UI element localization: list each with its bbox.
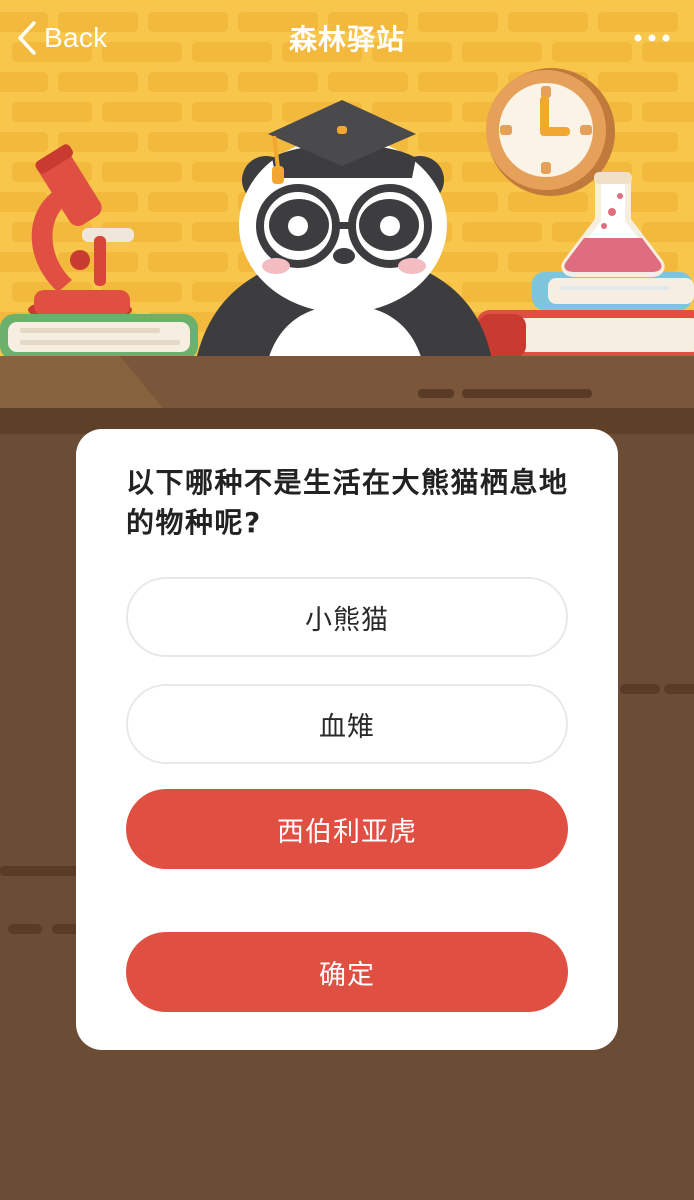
chevron-left-icon [18,21,36,55]
back-button[interactable]: Back [14,14,107,62]
confirm-button[interactable]: 确定 [126,932,568,1012]
quiz-card: 以下哪种不是生活在大熊猫栖息地的物种呢? 小熊猫 血雉 西伯利亚虎 确定 [76,429,618,1050]
quiz-page: Back 森林驿站 以下哪种不是生活在大熊猫栖息地的物种呢? 小熊猫 血雉 西伯… [0,0,694,1200]
question-text: 以下哪种不是生活在大熊猫栖息地的物种呢? [126,466,569,539]
confirm-label: 确定 [319,959,375,991]
answer-option-2[interactable]: 血雉 [126,684,568,764]
back-label: Back [44,22,108,53]
answer-option-1[interactable]: 小熊猫 [126,577,568,657]
books-left [0,314,198,360]
more-dots-icon [634,34,670,42]
answer-option-label: 血雉 [319,711,375,743]
more-button[interactable] [630,24,674,52]
answer-option-label: 西伯利亚虎 [277,816,417,848]
answer-option-3-selected[interactable]: 西伯利亚虎 [126,789,568,869]
answer-option-label: 小熊猫 [305,604,389,636]
nav-bar: Back 森林驿站 [0,0,694,76]
